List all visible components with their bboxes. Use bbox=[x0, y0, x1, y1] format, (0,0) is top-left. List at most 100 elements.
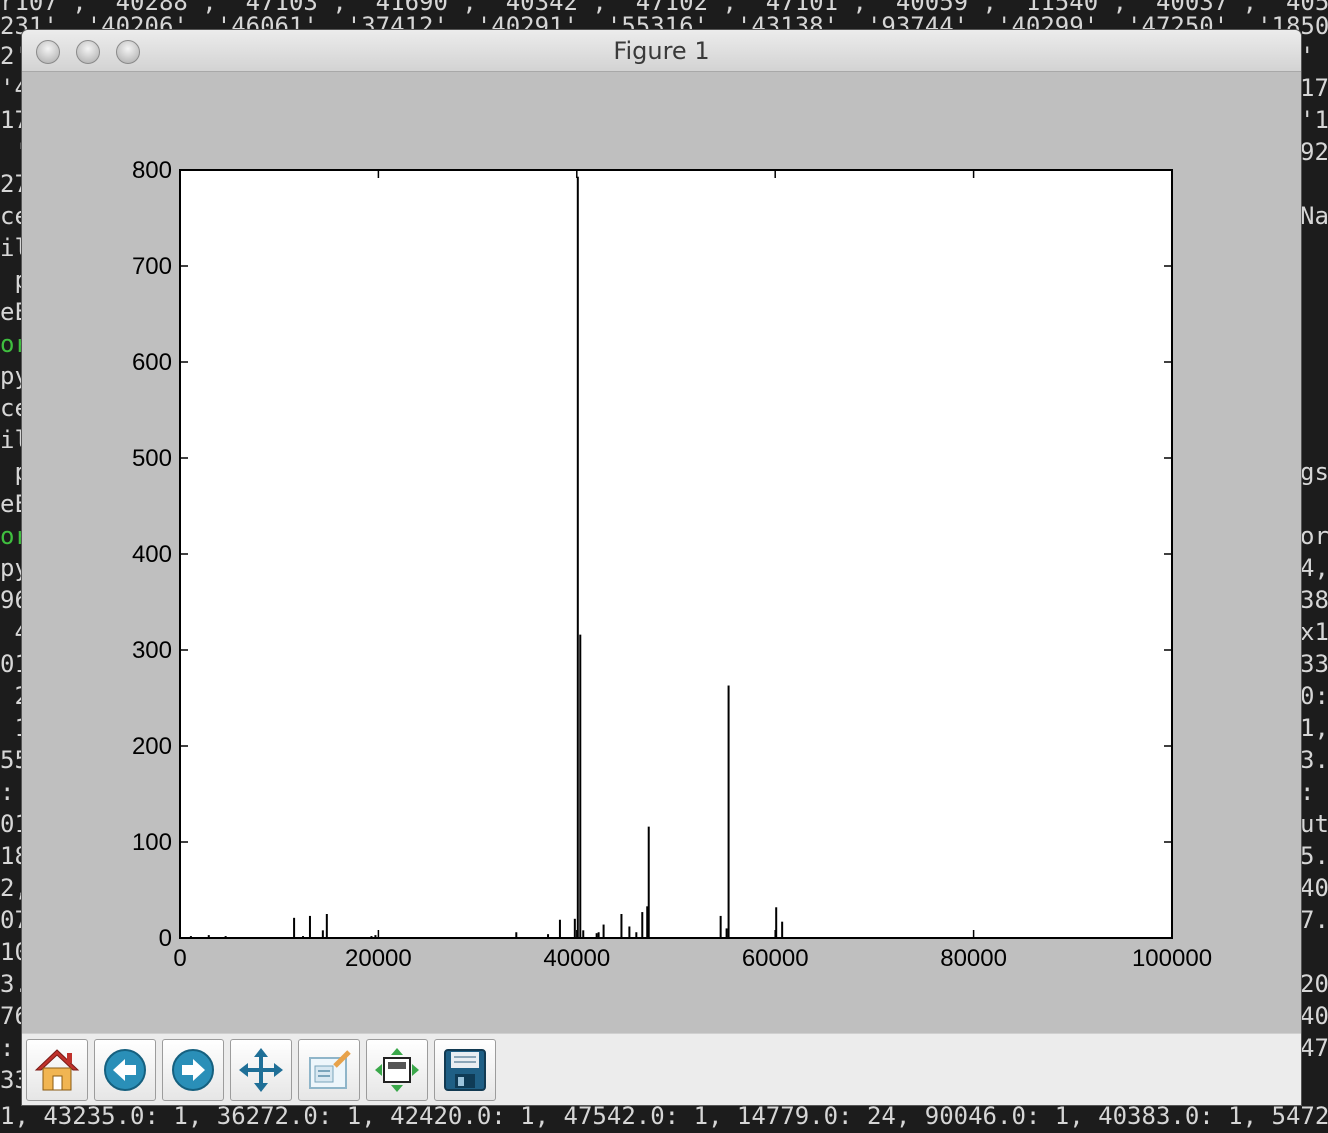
terminal-fragment: 2 bbox=[14, 682, 22, 710]
x-tick-label: 60000 bbox=[742, 945, 809, 972]
chart-bar bbox=[602, 924, 605, 938]
home-icon bbox=[34, 1049, 80, 1091]
y-tick-label: 500 bbox=[132, 445, 172, 472]
chart-bar bbox=[308, 915, 311, 938]
back-arrow-icon bbox=[104, 1049, 146, 1091]
terminal-fragment: : bbox=[0, 1034, 15, 1062]
y-tick-label: 300 bbox=[132, 637, 172, 664]
terminal-fragment bbox=[1300, 232, 1328, 264]
terminal-fragment: 2' bbox=[0, 42, 22, 70]
terminal-fragment: 204 bbox=[1300, 970, 1328, 998]
terminal-fragment: 4, bbox=[1300, 554, 1328, 582]
terminal-fragment: or bbox=[0, 330, 22, 358]
terminal-fragment: 96 bbox=[0, 586, 22, 614]
x-tick-label: 0 bbox=[173, 945, 186, 972]
terminal-fragment: 4 bbox=[14, 618, 22, 646]
terminal-fragment: x1 bbox=[1300, 618, 1328, 646]
chart-bar bbox=[558, 919, 561, 938]
bar-chart[interactable]: 0 20000 40000 60000 80000 100000 0 100 200 300 400… bbox=[22, 73, 1301, 1033]
y-tick-label: 600 bbox=[132, 349, 172, 376]
terminal-fragment: gs bbox=[1300, 458, 1328, 486]
subplots-button[interactable] bbox=[366, 1039, 428, 1101]
chart-bar bbox=[582, 930, 585, 938]
chart-bar bbox=[620, 914, 623, 938]
terminal-fragment: 40 bbox=[1300, 874, 1328, 902]
chart-bar bbox=[628, 926, 631, 938]
window-title: Figure 1 bbox=[613, 37, 710, 65]
terminal-fragment: p bbox=[14, 458, 22, 486]
terminal-fragment: 17 bbox=[0, 106, 22, 134]
title-bar[interactable]: Figure 1 bbox=[22, 30, 1301, 72]
x-tick-label: 20000 bbox=[345, 945, 412, 972]
y-tick-label: 100 bbox=[132, 829, 172, 856]
forward-arrow-icon bbox=[172, 1049, 214, 1091]
y-tick-label: 200 bbox=[132, 733, 172, 760]
chart-bar bbox=[573, 918, 576, 938]
chart-bar bbox=[719, 915, 722, 938]
terminal-fragment: ce bbox=[0, 394, 22, 422]
chart-bar bbox=[781, 921, 784, 938]
chart-bar bbox=[325, 914, 328, 938]
terminal-fragment: py bbox=[0, 362, 22, 390]
figure-canvas[interactable]: 0 20000 40000 60000 80000 100000 0 100 200 300 400… bbox=[22, 73, 1301, 1033]
save-icon bbox=[444, 1049, 486, 1091]
terminal-fragment: 7.0 bbox=[1300, 906, 1328, 934]
terminal-fragment: 33 bbox=[0, 1066, 22, 1094]
chart-bar bbox=[647, 826, 650, 938]
terminal-fragment: or bbox=[0, 522, 22, 550]
x-tick-label: 40000 bbox=[543, 945, 610, 972]
terminal-fragment: ce bbox=[0, 202, 22, 230]
chart-bar bbox=[293, 917, 296, 938]
chart-bar bbox=[576, 176, 579, 939]
y-tick-label: 700 bbox=[132, 253, 172, 280]
terminal-fragment: or bbox=[1300, 522, 1328, 550]
x-tick-label: 100000 bbox=[1132, 945, 1212, 972]
terminal-fragment: il bbox=[0, 426, 22, 454]
terminal-fragment bbox=[1300, 424, 1328, 456]
terminal-fragment: '4 bbox=[0, 74, 22, 102]
y-tick-label: 800 bbox=[132, 157, 172, 184]
terminal-fragment: 07 bbox=[0, 906, 22, 934]
terminal-left-column: 2' '4 17 '27 ce il p eE or py ce il p eE or py 96 4 01… bbox=[0, 40, 22, 1096]
terminal-fragment bbox=[1300, 296, 1328, 328]
terminal-fragment: 3. bbox=[0, 970, 22, 998]
zoom-rect-icon bbox=[309, 1050, 351, 1089]
x-tick-label: 80000 bbox=[940, 945, 1007, 972]
terminal-fragment: 0: bbox=[1300, 682, 1328, 710]
back-button[interactable] bbox=[94, 1039, 156, 1101]
terminal-fragment: 38 bbox=[1300, 586, 1328, 614]
terminal-fragment: 01 bbox=[0, 810, 22, 838]
terminal-fragment: p bbox=[14, 266, 22, 294]
y-tick-label: 400 bbox=[132, 541, 172, 568]
terminal-fragment: 1, bbox=[1300, 714, 1328, 742]
terminal-fragment: ' bbox=[0, 136, 22, 168]
terminal-fragment: 5.0 bbox=[1300, 842, 1328, 870]
terminal-fragment bbox=[1300, 264, 1328, 296]
terminal-fragment: 01 bbox=[0, 650, 22, 678]
chart-bar bbox=[641, 912, 644, 938]
zoom-button[interactable] bbox=[298, 1039, 360, 1101]
terminal-fragment: 3. bbox=[1300, 746, 1328, 774]
terminal-fragment: 33 bbox=[1300, 650, 1328, 678]
terminal-fragment: 55 bbox=[0, 746, 22, 774]
terminal-fragment bbox=[1300, 168, 1328, 200]
save-button[interactable] bbox=[434, 1039, 496, 1101]
navigation-toolbar bbox=[22, 1033, 1301, 1105]
terminal-fragment: 2, bbox=[0, 874, 22, 902]
terminal-fragment: 472 bbox=[1300, 1034, 1328, 1062]
terminal-fragment: eE bbox=[0, 298, 22, 326]
chart-bar bbox=[579, 634, 582, 938]
terminal-fragment: ' bbox=[1300, 42, 1315, 70]
pan-button[interactable] bbox=[230, 1039, 292, 1101]
terminal-fragment bbox=[1300, 392, 1328, 424]
terminal-fragment: ut bbox=[1300, 810, 1328, 838]
terminal-fragment bbox=[1300, 360, 1328, 392]
terminal-fragment: : 1 bbox=[1300, 778, 1315, 806]
figure-window: Figure 1 0 20000 40000 60000 80000 100000 0 100… bbox=[22, 30, 1301, 1105]
terminal-fragment: il bbox=[0, 234, 22, 262]
home-button[interactable] bbox=[26, 1039, 88, 1101]
terminal-fragment: 10 bbox=[0, 938, 22, 966]
forward-button[interactable] bbox=[162, 1039, 224, 1101]
terminal-fragment: Na bbox=[1300, 202, 1328, 230]
terminal-fragment bbox=[1300, 488, 1328, 520]
